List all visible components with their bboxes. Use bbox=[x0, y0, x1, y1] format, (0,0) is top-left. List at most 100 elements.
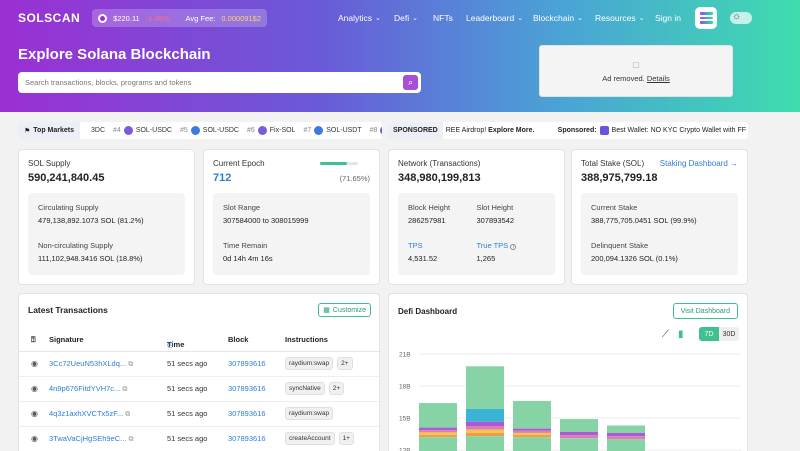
bar-segment-green[interactable] bbox=[513, 400, 551, 429]
network-card: Network (Transactions) 348,980,199,813 B… bbox=[388, 149, 565, 285]
sponsor-airdrop-link[interactable]: REE Airdrop! Explore More. bbox=[446, 127, 535, 134]
bar-segment-green[interactable] bbox=[419, 403, 457, 428]
instruction-tag[interactable]: raydium:swap bbox=[285, 357, 334, 370]
latest-transactions-card: Latest Transactions ▦ Customize ⍰ Signatu… bbox=[18, 293, 381, 451]
instruction-more-tag[interactable]: 1+ bbox=[338, 432, 354, 445]
bar-segment-pink[interactable] bbox=[513, 430, 551, 433]
bar-base[interactable] bbox=[466, 436, 504, 451]
eye-icon[interactable]: ◉ bbox=[31, 434, 38, 443]
bar-segment-yellow[interactable] bbox=[466, 429, 504, 433]
bar-segment-pink[interactable] bbox=[607, 436, 645, 440]
token-icon bbox=[380, 126, 382, 135]
instruction-tag[interactable]: syncNative bbox=[285, 382, 325, 395]
eye-icon[interactable]: ◉ bbox=[31, 384, 38, 393]
tps-label[interactable]: TPS bbox=[408, 241, 477, 250]
nav-sign-in[interactable]: Sign in bbox=[655, 13, 681, 23]
theme-toggle[interactable] bbox=[730, 11, 752, 24]
market-item[interactable]: 3DC bbox=[88, 126, 105, 135]
instruction-more-tag[interactable]: 2+ bbox=[337, 357, 353, 370]
bar-segment-orange[interactable] bbox=[419, 435, 457, 438]
bar-base[interactable] bbox=[607, 439, 645, 451]
flame-icon: ⚑ bbox=[24, 127, 31, 135]
col-signature: Signature bbox=[49, 335, 84, 344]
customize-button[interactable]: ▦ Customize bbox=[318, 303, 371, 317]
block-link[interactable]: 307893616 bbox=[228, 434, 266, 443]
nav-blockchain[interactable]: Blockchain ⌄ bbox=[533, 13, 583, 23]
token-icon bbox=[190, 126, 200, 135]
clock-icon[interactable]: ◷ bbox=[167, 340, 174, 349]
bar-segment-green[interactable] bbox=[466, 366, 504, 409]
ad-placeholder: ▢ Ad removed. Details bbox=[539, 45, 733, 97]
instruction-more-tag[interactable]: 2+ bbox=[328, 382, 345, 395]
copy-icon[interactable]: ⧉ bbox=[125, 411, 130, 418]
grid-icon: ▦ bbox=[323, 307, 330, 314]
bar-base[interactable] bbox=[513, 437, 551, 451]
y-tick-label: 21B bbox=[399, 352, 411, 359]
nav-analytics[interactable]: Analytics ⌄ bbox=[338, 13, 381, 23]
bar-base[interactable] bbox=[560, 438, 598, 451]
market-item[interactable]: #8 bbox=[370, 126, 382, 135]
bar-segment-purple[interactable] bbox=[560, 431, 598, 436]
bar-segment-pink[interactable] bbox=[466, 426, 504, 430]
true-tps-value: 1,265 bbox=[476, 254, 496, 263]
block-link[interactable]: 307893616 bbox=[228, 409, 266, 418]
y-tick-label: 15B bbox=[399, 416, 411, 423]
epoch-progress-text: (71.65%) bbox=[339, 174, 370, 183]
market-item[interactable]: #7 SOL-USDT bbox=[303, 126, 362, 135]
block-link[interactable]: 307893616 bbox=[228, 384, 266, 393]
bar-segment-pink[interactable] bbox=[419, 430, 457, 433]
bar-segment-teal[interactable] bbox=[466, 408, 504, 422]
bar-segment-orange[interactable] bbox=[466, 432, 504, 437]
price-ticker[interactable]: $220.11 -1.48% Avg Fee: 0.000091$2 bbox=[92, 9, 268, 27]
nav-resources[interactable]: Resources ⌄ bbox=[595, 13, 645, 23]
search-input[interactable] bbox=[25, 78, 403, 87]
signature-link[interactable]: 4n9p676FitdYVH7c... ⧉ bbox=[49, 384, 127, 394]
top-markets-tab[interactable]: ⚑ Top Markets bbox=[18, 122, 80, 139]
y-tick-label: 12B bbox=[399, 448, 411, 451]
time-remain-value: 0d 14h 4m 16s bbox=[223, 254, 273, 263]
slot-range-label: Slot Range bbox=[223, 203, 261, 212]
instruction-tag[interactable]: raydium:swap bbox=[285, 407, 334, 420]
copy-icon[interactable]: ⧉ bbox=[128, 361, 133, 368]
bar-segment-green[interactable] bbox=[607, 425, 645, 433]
bar-segment-pink[interactable] bbox=[560, 435, 598, 439]
nav-defi[interactable]: Defi ⌄ bbox=[394, 13, 418, 23]
bar-segment-green[interactable] bbox=[560, 419, 598, 432]
bar-segment-yellow[interactable] bbox=[419, 432, 457, 436]
instruction-tag[interactable]: createAccount bbox=[285, 432, 335, 445]
nav-nfts[interactable]: NFTs bbox=[433, 13, 453, 23]
eye-icon[interactable]: ◉ bbox=[31, 409, 38, 418]
bar-segment-yellow[interactable] bbox=[513, 432, 551, 436]
bar-base[interactable] bbox=[419, 437, 457, 451]
staking-dashboard-link[interactable]: Staking Dashboard → bbox=[660, 159, 738, 168]
copy-icon[interactable]: ⧉ bbox=[129, 436, 134, 443]
help-icon[interactable]: ⍰ bbox=[31, 335, 36, 345]
market-item[interactable]: #4 SOL-USDC bbox=[113, 126, 172, 135]
bar-segment-purple[interactable] bbox=[607, 432, 645, 437]
bar-segment-purple[interactable] bbox=[419, 427, 457, 431]
market-item[interactable]: #6 Fix-SOL bbox=[247, 126, 295, 135]
eye-icon[interactable]: ◉ bbox=[31, 359, 38, 368]
latest-transactions-title: Latest Transactions bbox=[28, 305, 108, 315]
copy-icon[interactable]: ⧉ bbox=[122, 386, 127, 393]
signature-link[interactable]: 4q3z1axhXVCTx5zF... ⧉ bbox=[49, 409, 130, 419]
nav-leaderboard[interactable]: Leaderboard ⌄ bbox=[466, 13, 523, 23]
market-item[interactable]: #5 SOL-USDC bbox=[180, 126, 239, 135]
epoch-progress-fill bbox=[320, 162, 348, 165]
current-stake-value: 388,775,705.0451 SOL (99.9%) bbox=[591, 216, 697, 225]
search-icon[interactable]: ⌕ bbox=[403, 75, 418, 90]
solana-app-icon[interactable] bbox=[695, 7, 717, 29]
true-tps-label[interactable]: True TPS i bbox=[477, 241, 546, 250]
bar-segment-purple[interactable] bbox=[466, 421, 504, 426]
bar-segment-purple[interactable] bbox=[513, 428, 551, 431]
info-icon[interactable]: i bbox=[510, 244, 517, 250]
ad-details-link[interactable]: Details bbox=[647, 74, 670, 83]
signature-link[interactable]: 3Cc72UeuN53hXLdq... ⧉ bbox=[49, 359, 133, 369]
time-remain-label: Time Remain bbox=[223, 241, 268, 250]
solscan-logo[interactable]: SOLSCAN bbox=[18, 11, 80, 25]
wallet-icon bbox=[599, 126, 609, 135]
bar-segment-orange[interactable] bbox=[513, 435, 551, 438]
sponsor-wallet[interactable]: Sponsored: Best Wallet: NO KYC Crypto Wa… bbox=[558, 126, 748, 135]
signature-link[interactable]: 3TwaVaCjHgSEh9eC... ⧉ bbox=[49, 434, 134, 444]
block-link[interactable]: 307893616 bbox=[228, 359, 266, 368]
